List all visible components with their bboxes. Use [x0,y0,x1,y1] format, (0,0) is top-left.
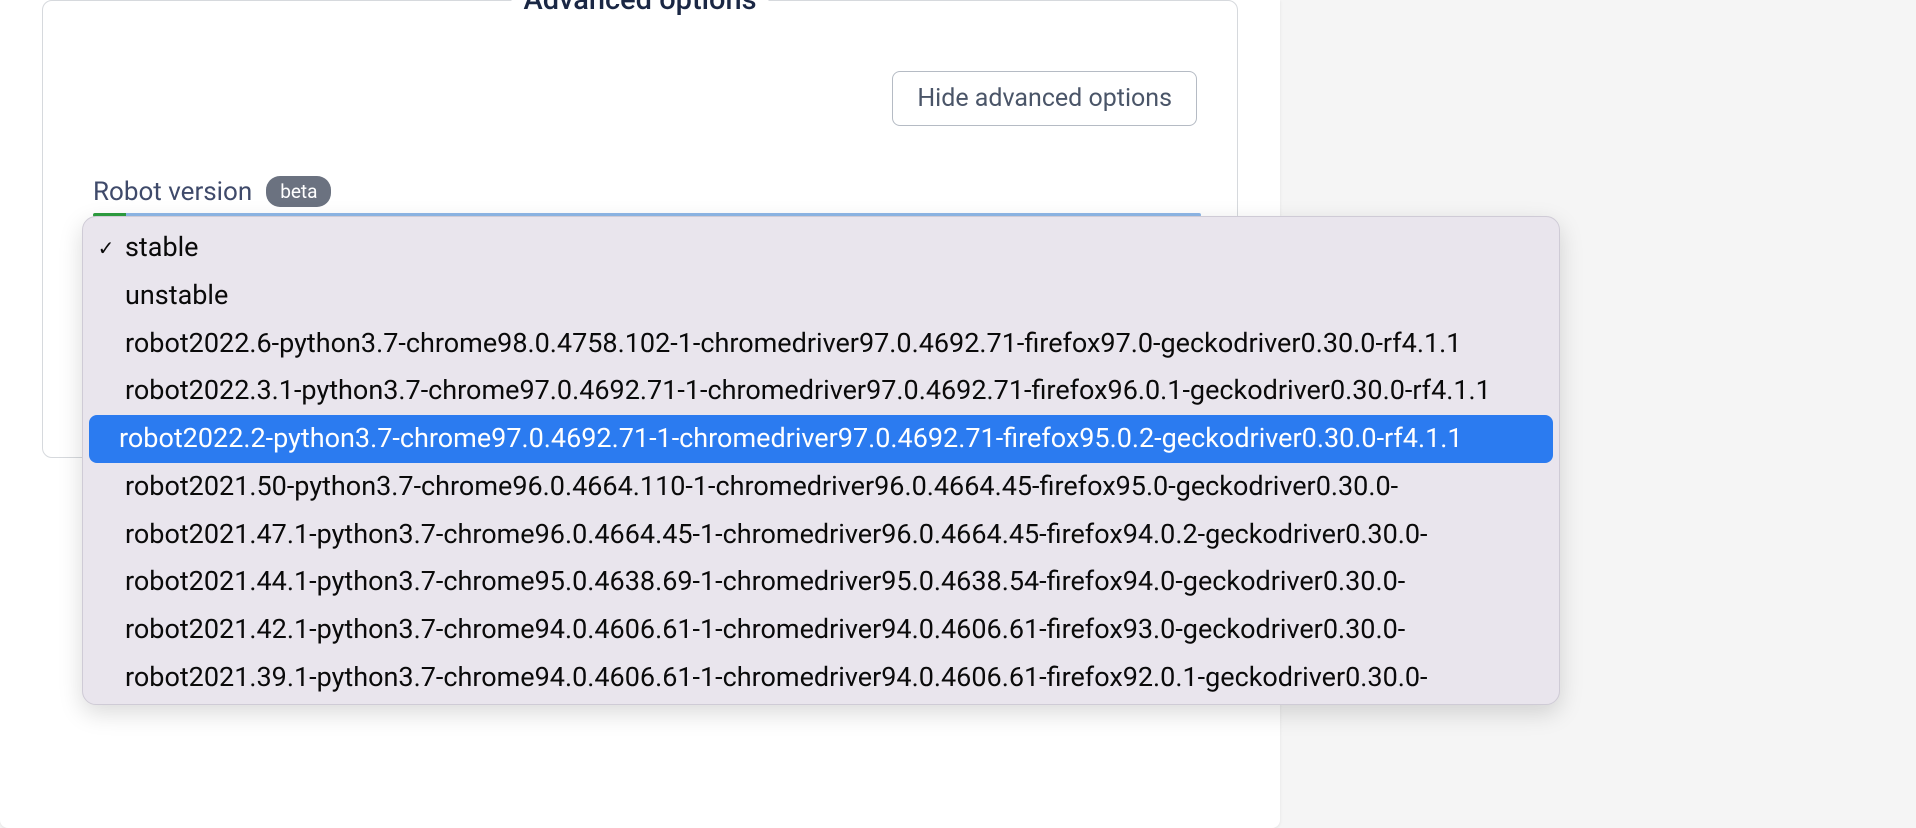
dropdown-option-label: robot2022.3.1-python3.7-chrome97.0.4692.… [125,374,1491,408]
field-label-row: Robot version beta [93,176,1187,207]
dropdown-option-label: stable [125,231,199,265]
dropdown-option[interactable]: robot2021.50-python3.7-chrome96.0.4664.1… [83,463,1559,511]
dropdown-option[interactable]: unstable [83,272,1559,320]
dropdown-option-label: robot2021.50-python3.7-chrome96.0.4664.1… [125,470,1398,504]
dropdown-option[interactable]: robot2021.44.1-python3.7-chrome95.0.4638… [83,558,1559,606]
robot-version-dropdown[interactable]: ✓ stable unstable robot2022.6-python3.7-chr… [82,216,1560,705]
dropdown-option-label: robot2021.47.1-python3.7-chrome96.0.4664… [125,518,1428,552]
page-container: Advanced options Hide advanced options R… [0,0,1280,828]
dropdown-option[interactable]: robot2021.47.1-python3.7-chrome96.0.4664… [83,511,1559,559]
hide-advanced-options-button[interactable]: Hide advanced options [892,71,1197,126]
robot-version-field: Robot version beta [43,126,1237,217]
dropdown-option-label: robot2021.42.1-python3.7-chrome94.0.4606… [125,613,1405,647]
dropdown-option-label: unstable [125,279,228,313]
dropdown-option[interactable]: robot2022.6-python3.7-chrome98.0.4758.10… [83,320,1559,368]
dropdown-option[interactable]: robot2021.39.1-python3.7-chrome94.0.4606… [83,654,1559,702]
dropdown-option-label: robot2022.6-python3.7-chrome98.0.4758.10… [125,327,1461,361]
dropdown-option[interactable]: ✓ stable [83,217,1559,272]
dropdown-option-label: robot2021.39.1-python3.7-chrome94.0.4606… [125,661,1428,695]
beta-badge: beta [266,176,331,207]
robot-version-label: Robot version [93,177,252,207]
dropdown-option-label: robot2021.44.1-python3.7-chrome95.0.4638… [125,565,1405,599]
dropdown-option[interactable]: robot2022.3.1-python3.7-chrome97.0.4692.… [83,367,1559,415]
dropdown-option-label: robot2022.2-python3.7-chrome97.0.4692.71… [119,422,1463,456]
dropdown-option[interactable]: robot2022.2-python3.7-chrome97.0.4692.71… [89,415,1553,463]
check-icon: ✓ [97,238,115,258]
dropdown-option[interactable]: robot2021.42.1-python3.7-chrome94.0.4606… [83,606,1559,654]
hide-button-row: Hide advanced options [43,1,1237,126]
fieldset-legend: Advanced options [511,0,768,17]
